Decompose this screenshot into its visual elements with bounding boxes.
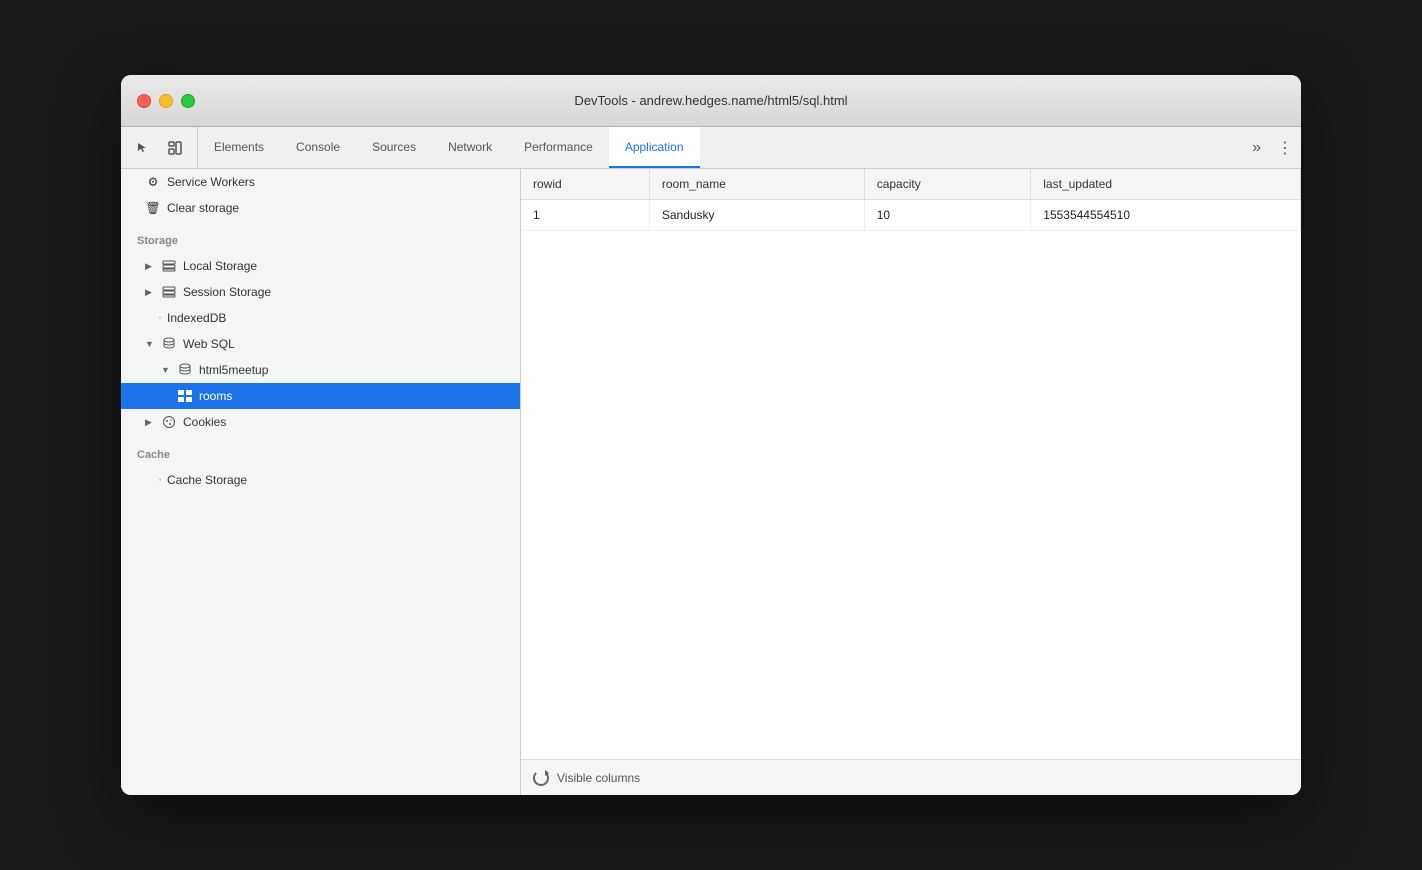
main-content: ⚙ Service Workers 🗑 Clear storage Storag… — [121, 169, 1301, 795]
web-sql-icon — [161, 336, 177, 352]
sidebar-item-service-workers[interactable]: ⚙ Service Workers — [121, 169, 520, 195]
sidebar-item-html5meetup[interactable]: ▼ html5meetup — [121, 357, 520, 383]
sidebar: ⚙ Service Workers 🗑 Clear storage Storag… — [121, 169, 521, 795]
maximize-button[interactable] — [181, 94, 195, 108]
cell-rowid: 1 — [521, 200, 649, 231]
close-button[interactable] — [137, 94, 151, 108]
table-row: 1Sandusky101553544554510 — [521, 200, 1301, 231]
sidebar-item-local-storage[interactable]: ▶ Local Storage — [121, 253, 520, 279]
cache-storage-icon — [145, 472, 161, 488]
tab-overflow-button[interactable]: » — [1244, 127, 1269, 168]
storage-section-header: Storage — [121, 229, 520, 253]
sidebar-item-cache-storage[interactable]: Cache Storage — [121, 467, 520, 493]
session-storage-arrow: ▶ — [145, 287, 155, 298]
tab-application[interactable]: Application — [609, 127, 700, 168]
clear-storage-icon: 🗑 — [145, 200, 161, 216]
status-bar: Visible columns — [521, 759, 1301, 795]
web-sql-arrow: ▼ — [145, 339, 155, 349]
traffic-lights — [137, 94, 195, 108]
session-storage-icon — [161, 284, 177, 300]
window-title: DevTools - andrew.hedges.name/html5/sql.… — [574, 93, 847, 108]
local-storage-icon — [161, 258, 177, 274]
tab-network[interactable]: Network — [432, 127, 508, 168]
col-rowid: rowid — [521, 169, 649, 200]
main-panel: rowid room_name capacity last_updated 1S… — [521, 169, 1301, 795]
tab-performance[interactable]: Performance — [508, 127, 609, 168]
tab-more-button[interactable]: ⋮ — [1269, 127, 1301, 168]
data-table[interactable]: rowid room_name capacity last_updated 1S… — [521, 169, 1301, 759]
service-workers-icon: ⚙ — [145, 174, 161, 190]
tabs: Elements Console Sources Network Perform… — [198, 127, 1244, 168]
sidebar-item-session-storage[interactable]: ▶ Session Storage — [121, 279, 520, 305]
visible-columns-label[interactable]: Visible columns — [557, 771, 640, 785]
col-capacity: capacity — [864, 169, 1031, 200]
title-bar: DevTools - andrew.hedges.name/html5/sql.… — [121, 75, 1301, 127]
minimize-button[interactable] — [159, 94, 173, 108]
tab-sources[interactable]: Sources — [356, 127, 432, 168]
sidebar-item-cookies[interactable]: ▶ Cookies — [121, 409, 520, 435]
rooms-icon — [177, 388, 193, 404]
html5meetup-arrow: ▼ — [161, 365, 171, 375]
devtools-window: DevTools - andrew.hedges.name/html5/sql.… — [121, 75, 1301, 795]
col-room-name: room_name — [649, 169, 864, 200]
col-last-updated: last_updated — [1031, 169, 1301, 200]
cursor-icon-button[interactable] — [129, 134, 157, 162]
refresh-icon[interactable] — [533, 770, 549, 786]
cell-room_name: Sandusky — [649, 200, 864, 231]
sidebar-item-clear-storage[interactable]: 🗑 Clear storage — [121, 195, 520, 221]
tab-icons — [121, 127, 198, 168]
inspect-icon-button[interactable] — [161, 134, 189, 162]
cell-capacity: 10 — [864, 200, 1031, 231]
cache-section-header: Cache — [121, 443, 520, 467]
tab-console[interactable]: Console — [280, 127, 356, 168]
sidebar-item-web-sql[interactable]: ▼ Web SQL — [121, 331, 520, 357]
tab-bar: Elements Console Sources Network Perform… — [121, 127, 1301, 169]
local-storage-arrow: ▶ — [145, 261, 155, 272]
indexeddb-icon — [145, 310, 161, 326]
cookies-arrow: ▶ — [145, 417, 155, 428]
html5meetup-icon — [177, 362, 193, 378]
cookies-icon — [161, 414, 177, 430]
sidebar-item-indexeddb[interactable]: IndexedDB — [121, 305, 520, 331]
rooms-table: rowid room_name capacity last_updated 1S… — [521, 169, 1301, 231]
sidebar-item-rooms[interactable]: rooms — [121, 383, 520, 409]
tab-elements[interactable]: Elements — [198, 127, 280, 168]
cell-last_updated: 1553544554510 — [1031, 200, 1301, 231]
